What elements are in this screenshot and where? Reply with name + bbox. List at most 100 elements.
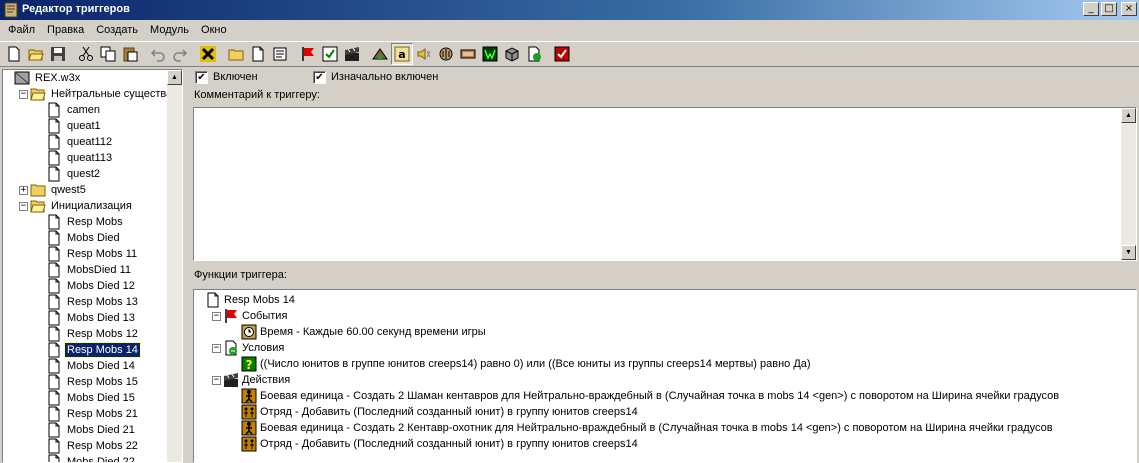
tree-item[interactable]: + qwest5 <box>19 182 88 198</box>
new-action-button[interactable] <box>341 43 363 65</box>
function-item[interactable]: Отряд - Добавить (Последний созданный юн… <box>230 404 638 420</box>
collapse-icon[interactable]: − <box>212 375 221 385</box>
initially-on-checkbox[interactable]: ✔ <box>313 70 326 84</box>
tree-item[interactable]: Mobs Died 13 <box>35 310 137 326</box>
tree-item[interactable]: queat113 <box>35 150 114 166</box>
ai-editor-button[interactable] <box>479 43 501 65</box>
pane-splitter[interactable] <box>184 69 192 463</box>
comment-scrollbar[interactable]: ▲ ▼ <box>1121 108 1136 260</box>
tree-item[interactable]: Mobs Died 14 <box>35 358 137 374</box>
import-manager-button[interactable] <box>523 43 545 65</box>
collapse-icon[interactable]: − <box>212 311 221 321</box>
delete-x-icon <box>200 46 216 62</box>
new-event-flag-button[interactable] <box>297 43 319 65</box>
function-item[interactable]: Resp Mobs 14 <box>194 292 295 308</box>
trigger-tree[interactable]: REX.w3x − Нейтральные существа camen queat1 q… <box>2 69 183 463</box>
tree-item[interactable]: Resp Mobs 15 <box>35 374 140 390</box>
function-item[interactable]: ? ((Число юнитов в группе юнитов creeps14… <box>230 356 811 372</box>
maximize-button[interactable]: □ <box>1101 2 1117 16</box>
trigger-functions-tree[interactable]: Resp Mobs 14− События Время - Каждые 60.00… <box>193 289 1137 463</box>
function-item[interactable]: Боевая единица - Создать 2 Шаман кентавр… <box>230 388 1059 404</box>
object-editor-button[interactable] <box>435 43 457 65</box>
comment-scroll-up-button[interactable]: ▲ <box>1121 108 1136 123</box>
tree-item[interactable]: − Нейтральные существа <box>19 86 169 102</box>
initially-on-checkbox-row[interactable]: ✔ Изначально включен <box>313 69 438 85</box>
tree-item[interactable]: Mobs Died 15 <box>35 390 137 406</box>
new-document-button[interactable] <box>3 43 25 65</box>
tree-item[interactable]: Mobs Died 21 <box>35 422 137 438</box>
horizontal-splitter[interactable] <box>192 262 1139 267</box>
tree-item[interactable]: Resp Mobs 14 <box>35 342 141 358</box>
tree-item-label: Resp Mobs 13 <box>67 296 138 308</box>
tree-item[interactable]: queat112 <box>35 134 114 150</box>
function-item[interactable]: Время - Каждые 60.00 секунд времени игры <box>230 324 486 340</box>
tree-item[interactable]: Resp Mobs <box>35 214 125 230</box>
open-folder-button[interactable] <box>25 43 47 65</box>
close-button[interactable]: × <box>1121 2 1137 16</box>
enabled-checkbox-row[interactable]: ✔ Включен <box>195 69 258 85</box>
save-disk-button[interactable] <box>47 43 69 65</box>
tree-item[interactable]: quest2 <box>35 166 102 182</box>
comment-scroll-down-button[interactable]: ▼ <box>1121 245 1136 260</box>
toolbar: a <box>0 41 1139 67</box>
menu-item-3[interactable]: Модуль <box>144 21 195 39</box>
tree-item[interactable]: Mobs Died 22 <box>35 454 137 463</box>
tree-item[interactable]: Resp Mobs 22 <box>35 438 140 454</box>
enabled-checkbox[interactable]: ✔ <box>195 70 208 84</box>
cut-scissors-button[interactable] <box>75 43 97 65</box>
tree-scroll-up-button[interactable]: ▲ <box>167 70 182 85</box>
new-trigger-button[interactable] <box>247 43 269 65</box>
tree-item[interactable]: − Инициализация <box>19 198 134 214</box>
tree-item[interactable]: Resp Mobs 13 <box>35 294 140 310</box>
tree-item-label: Mobs Died 12 <box>67 280 135 292</box>
menu-item-1[interactable]: Правка <box>41 21 90 39</box>
paste-icon <box>122 46 138 62</box>
new-category-folder-button[interactable] <box>225 43 247 65</box>
menu-item-0[interactable]: Файл <box>2 21 41 39</box>
paste-button[interactable] <box>119 43 141 65</box>
tree-item[interactable]: Mobs Died 12 <box>35 278 137 294</box>
minimize-button[interactable]: _ <box>1083 2 1099 16</box>
sound-editor-button[interactable] <box>413 43 435 65</box>
collapse-icon[interactable]: − <box>19 201 28 211</box>
tree-item[interactable]: Resp Mobs 12 <box>35 326 140 342</box>
delete-x-button[interactable] <box>197 43 219 65</box>
redo-arrow-button[interactable] <box>169 43 191 65</box>
tree-scrollbar[interactable]: ▲ <box>167 70 182 462</box>
trigger-page-icon <box>46 294 62 310</box>
terrain-editor-button[interactable] <box>369 43 391 65</box>
tree-item[interactable]: REX.w3x <box>3 70 82 86</box>
tree-item-label: Mobs Died 22 <box>67 456 135 463</box>
tree-item-label: quest2 <box>67 168 101 180</box>
menu-item-2[interactable]: Создать <box>90 21 144 39</box>
tree-item[interactable]: Resp Mobs 21 <box>35 406 140 422</box>
tree-item[interactable]: MobsDied 11 <box>35 262 133 278</box>
function-item[interactable]: − Действия <box>212 372 290 388</box>
collapse-icon[interactable]: − <box>212 343 221 353</box>
collapse-icon[interactable]: − <box>19 89 28 99</box>
test-map-button[interactable] <box>551 43 573 65</box>
trigger-page-icon <box>46 262 62 278</box>
menu-item-4[interactable]: Окно <box>195 21 233 39</box>
new-comment-button[interactable] <box>269 43 291 65</box>
copy-button[interactable] <box>97 43 119 65</box>
expand-icon[interactable]: + <box>19 185 28 195</box>
comment-textarea[interactable]: ▲ ▼ <box>193 107 1137 261</box>
tree-item[interactable]: camen <box>35 102 102 118</box>
object-manager-button[interactable] <box>501 43 523 65</box>
function-item[interactable]: − События <box>212 308 287 324</box>
tree-item[interactable]: queat1 <box>35 118 103 134</box>
campaign-editor-button[interactable] <box>457 43 479 65</box>
function-item[interactable]: − Условия <box>212 340 284 356</box>
title-bar[interactable]: Редактор триггеров _ □ × <box>0 0 1139 20</box>
tree-item-label: MobsDied 11 <box>67 264 131 276</box>
trigger-editor-button[interactable]: a <box>391 43 413 65</box>
function-item[interactable]: Отряд - Добавить (Последний созданный юн… <box>230 436 638 452</box>
function-item[interactable]: Боевая единица - Создать 2 Кентавр-охотн… <box>230 420 1053 436</box>
function-item-label: Боевая единица - Создать 2 Кентавр-охотн… <box>260 422 1053 434</box>
trigger-page-icon <box>46 118 62 134</box>
undo-arrow-button[interactable] <box>147 43 169 65</box>
tree-item[interactable]: Mobs Died <box>35 230 122 246</box>
new-condition-button[interactable] <box>319 43 341 65</box>
tree-item[interactable]: Resp Mobs 11 <box>35 246 139 262</box>
